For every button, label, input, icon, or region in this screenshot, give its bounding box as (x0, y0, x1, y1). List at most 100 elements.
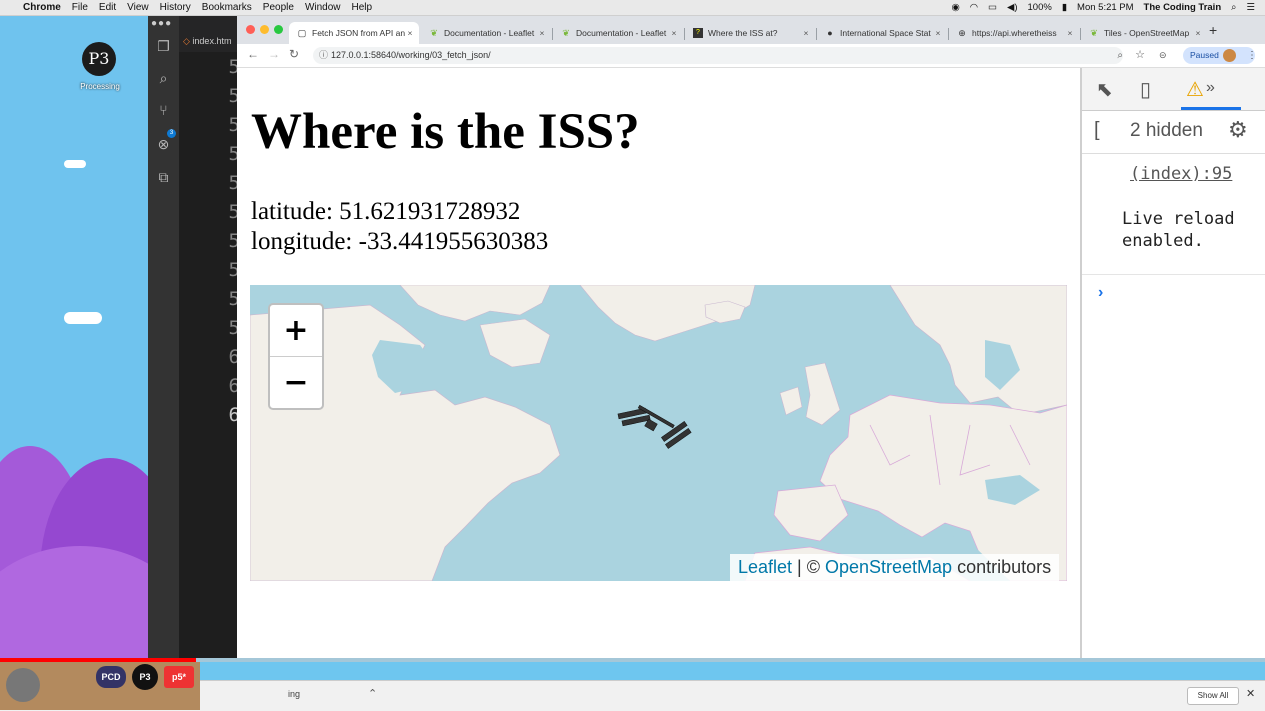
menu-window[interactable]: Window (305, 2, 341, 13)
line-number: 5 (228, 172, 240, 194)
console-source-link[interactable]: (index):95 (1130, 164, 1232, 185)
paused-label: Paused (1190, 50, 1219, 60)
device-toolbar-icon[interactable]: ▯ (1140, 77, 1151, 102)
menu-view[interactable]: View (127, 2, 149, 13)
menu-app-name[interactable]: Chrome (23, 2, 61, 13)
leaflet-map[interactable]: + − Leaflet | © OpenStreetMap contributo… (250, 285, 1067, 581)
close-tab-icon[interactable]: × (933, 28, 943, 38)
close-tab-icon[interactable]: × (801, 28, 811, 38)
chevron-up-icon[interactable]: ⌃ (368, 687, 377, 700)
line-number: 6 (228, 346, 240, 368)
line-number: 5 (228, 317, 240, 339)
leaflet-link[interactable]: Leaflet (738, 557, 792, 577)
zoom-icon[interactable]: ⌕ (1117, 47, 1123, 64)
source-control-icon[interactable]: ⑂ (155, 102, 172, 119)
download-item[interactable]: ing (288, 689, 300, 699)
menu-people[interactable]: People (263, 2, 294, 13)
reload-icon[interactable]: ↻ (289, 47, 299, 61)
menu-clock[interactable]: Mon 5:21 PM (1077, 2, 1134, 13)
spotlight-search-icon[interactable]: ⌕ (1231, 2, 1236, 13)
close-tab-icon[interactable]: × (537, 28, 547, 38)
warning-icon[interactable]: ⚠ (1186, 77, 1204, 102)
menu-file[interactable]: File (72, 2, 88, 13)
forward-arrow-icon[interactable]: → (268, 47, 280, 61)
close-tab-icon[interactable]: × (1065, 28, 1075, 38)
menu-help[interactable]: Help (352, 2, 373, 13)
back-arrow-icon[interactable]: ← (247, 47, 259, 61)
more-panels-icon[interactable]: » (1206, 79, 1215, 97)
inspect-element-icon[interactable]: ⬉ (1096, 77, 1113, 102)
menu-history[interactable]: History (160, 2, 191, 13)
hidden-messages-count[interactable]: 2 hidden (1130, 120, 1203, 142)
osm-link[interactable]: OpenStreetMap (825, 557, 952, 577)
iss-favicon: ? (693, 28, 703, 38)
more-vert-icon[interactable]: ⋮ (1247, 47, 1257, 64)
maximize-window-button[interactable] (274, 25, 283, 34)
close-tab-icon[interactable]: × (405, 28, 415, 38)
laptop-stickers: PCD P3 p5* (0, 662, 200, 710)
menu-edit[interactable]: Edit (99, 2, 116, 13)
close-tab-icon[interactable]: × (669, 28, 679, 38)
extension-icon[interactable]: ⊝ (1159, 50, 1167, 61)
line-number: 5 (228, 143, 240, 165)
debug-icon[interactable]: ⊗ (155, 136, 172, 153)
menu-bookmarks[interactable]: Bookmarks (202, 2, 252, 13)
tab-leaflet-docs-2[interactable]: ❦ Documentation - Leaflet × (553, 22, 683, 44)
close-icon[interactable]: ✕ (1246, 687, 1255, 700)
minimize-window-button[interactable] (260, 25, 269, 34)
devtools-more-icon[interactable]: ⋮ (1258, 77, 1265, 102)
tab-where-iss[interactable]: ? Where the ISS at? × (685, 22, 815, 44)
zoom-control: + − (268, 303, 324, 410)
address-bar[interactable]: ⓘ 127.0.0.1:58640/working/03_fetch_json/… (313, 47, 1145, 64)
attribution-separator: | © (792, 557, 825, 577)
menu-user[interactable]: The Coding Train (1144, 2, 1222, 13)
close-window-button[interactable] (246, 25, 255, 34)
site-info-icon[interactable]: ⓘ (319, 47, 328, 64)
tab-github-iss[interactable]: ● International Space Stat × (817, 22, 947, 44)
tab-strip: ▢ Fetch JSON from API an × ❦ Documentati… (237, 16, 1265, 44)
search-icon[interactable]: ⌕ (155, 70, 172, 87)
console-prompt-icon[interactable]: › (1098, 284, 1103, 302)
console-filter-bar: [ 2 hidden ⚙ (1082, 111, 1265, 154)
new-tab-button[interactable]: + (1209, 22, 1217, 38)
sidebar-toggle-icon[interactable]: [ (1094, 119, 1100, 142)
notification-center-icon[interactable]: ☰ (1246, 2, 1255, 13)
baffin-island (479, 318, 551, 368)
tab-title: Fetch JSON from API an (312, 28, 405, 38)
tab-title: Documentation - Leaflet (576, 28, 667, 38)
tab-leaflet-docs-1[interactable]: ❦ Documentation - Leaflet × (421, 22, 551, 44)
status-record-icon[interactable]: ◉ (951, 2, 959, 13)
longitude-label: longitude: (251, 228, 359, 255)
map-attribution: Leaflet | © OpenStreetMap contributors (730, 554, 1060, 581)
page-title: Where is the ISS? (251, 104, 640, 160)
tab-api-wheretheiss[interactable]: ⊕ https://api.wheretheiss × (949, 22, 1079, 44)
address-url: 127.0.0.1:58640/working/03_fetch_json/ (331, 50, 491, 60)
explorer-icon[interactable]: ❐ (155, 38, 172, 55)
processing-app-icon[interactable]: P3 (82, 42, 116, 76)
profile-paused-button[interactable]: Paused ⋮ (1183, 47, 1257, 64)
iss-marker-icon[interactable] (616, 403, 696, 451)
browser-toolbar: ← → ↻ ⓘ 127.0.0.1:58640/working/03_fetch… (237, 44, 1265, 68)
code-editor[interactable]: 5 5 5 5 5 5 5 5 5 5 6 6 6 (179, 52, 240, 658)
gear-icon[interactable]: ⚙ (1228, 117, 1248, 143)
page-content: Where is the ISS? latitude: 51.621931728… (237, 68, 1080, 658)
zoom-in-button[interactable]: + (270, 305, 322, 356)
window-controls[interactable]: ●●● (151, 18, 172, 29)
tab-osm-tiles[interactable]: ❦ Tiles - OpenStreetMap × (1081, 22, 1207, 44)
volume-icon[interactable]: ◀) (1007, 2, 1017, 13)
airplay-icon[interactable]: ▭ (988, 2, 997, 13)
html-file-icon: ◇ (183, 36, 193, 46)
tab-fetch-json[interactable]: ▢ Fetch JSON from API an × (289, 22, 419, 44)
zoom-out-button[interactable]: − (270, 357, 322, 408)
devtools-toolbar: ⬉ ▯ ⚠ » ⋮ (1082, 68, 1265, 111)
extensions-icon[interactable]: ⧉ (155, 169, 172, 186)
wifi-icon[interactable]: ◠ (970, 2, 978, 13)
arctic-islands (399, 285, 551, 322)
editor-tab[interactable]: ◇ index.htm (183, 36, 231, 47)
desktop-wallpaper: P3 Processing (0, 16, 148, 658)
show-all-button[interactable]: Show All (1187, 687, 1239, 705)
bookmark-star-icon[interactable]: ☆ (1135, 47, 1145, 64)
active-panel-indicator (1181, 107, 1241, 110)
close-tab-icon[interactable]: × (1193, 28, 1203, 38)
battery-percent[interactable]: 100% (1028, 2, 1052, 13)
